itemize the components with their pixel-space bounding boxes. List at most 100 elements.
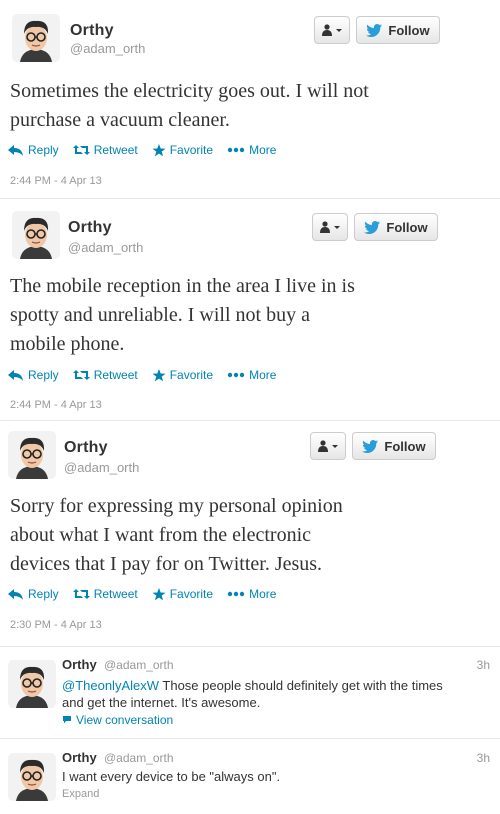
divider: [0, 420, 500, 421]
reply-label: Reply: [28, 587, 59, 601]
reply-text: @TheonlyAlexW Those people should defini…: [62, 677, 482, 711]
follow-button[interactable]: Follow: [356, 16, 440, 44]
tweet-timestamp[interactable]: 2:44 PM - 4 Apr 13: [10, 399, 102, 411]
avatar[interactable]: [8, 753, 56, 801]
avatar[interactable]: [12, 14, 60, 62]
favorite-action[interactable]: Favorite: [152, 587, 213, 601]
avatar[interactable]: [8, 660, 56, 708]
view-conversation-link[interactable]: View conversation: [62, 713, 173, 727]
user-handle[interactable]: @adam_orth: [70, 41, 145, 56]
user-name[interactable]: Orthy: [70, 22, 114, 40]
tweet-text-line: The mobile reception in the area I live …: [10, 275, 355, 297]
star-icon: [152, 143, 166, 156]
tweet-timestamp[interactable]: 2:44 PM - 4 Apr 13: [10, 175, 102, 187]
tweet-text-line: Sorry for expressing my personal opinion: [10, 495, 343, 517]
user-name[interactable]: Orthy: [62, 750, 97, 765]
follow-button[interactable]: Follow: [352, 432, 436, 460]
reply-time[interactable]: 3h: [477, 751, 490, 765]
user-handle[interactable]: @adam_orth: [64, 460, 139, 475]
divider: [0, 646, 500, 647]
reply-icon: [8, 144, 23, 156]
retweet-icon: [72, 145, 90, 155]
mention-link[interactable]: @TheonlyAlexW: [62, 678, 159, 693]
more-label: More: [249, 368, 277, 382]
retweet-label: Retweet: [93, 368, 138, 382]
reply-text-line: and get the internet. It's awesome.: [62, 695, 261, 710]
avatar-portrait-icon: [12, 14, 60, 62]
more-action[interactable]: More: [227, 368, 276, 382]
follow-button[interactable]: Follow: [354, 213, 438, 241]
user-name[interactable]: Orthy: [64, 439, 108, 457]
user-handle[interactable]: @adam_orth: [104, 658, 174, 672]
reply-action[interactable]: Reply: [8, 587, 59, 601]
retweet-action[interactable]: Retweet: [72, 368, 138, 382]
avatar-portrait-icon: [12, 211, 60, 259]
reply-label: Reply: [28, 368, 59, 382]
more-action[interactable]: More: [227, 143, 276, 157]
favorite-action[interactable]: Favorite: [152, 143, 213, 157]
reply-icon: [8, 369, 23, 381]
retweet-icon: [72, 370, 90, 380]
user-dropdown-icon: [320, 221, 340, 233]
tweet-text-line: Sometimes the electricity goes out. I wi…: [10, 80, 369, 102]
tweet-text: Sorry for expressing my personal opinion…: [10, 492, 490, 579]
follow-label: Follow: [384, 438, 426, 454]
divider: [0, 738, 500, 739]
tweet-text-line: spotty and unreliable. I will not buy a: [10, 304, 310, 326]
retweet-label: Retweet: [93, 143, 138, 157]
user-actions-button[interactable]: [310, 432, 346, 460]
user-handle[interactable]: @adam_orth: [104, 751, 174, 765]
follow-label: Follow: [388, 22, 430, 38]
user-name[interactable]: Orthy: [62, 657, 97, 672]
user-name[interactable]: Orthy: [68, 219, 112, 237]
retweet-action[interactable]: Retweet: [72, 587, 138, 601]
user-actions-button[interactable]: [312, 213, 348, 241]
more-dots-icon: [227, 591, 245, 597]
more-action[interactable]: More: [227, 587, 276, 601]
star-icon: [152, 587, 166, 600]
reply-action[interactable]: Reply: [8, 143, 59, 157]
tweet-actions: Reply Retweet Favorite More: [8, 367, 290, 383]
avatar[interactable]: [8, 431, 56, 479]
divider: [0, 198, 500, 199]
retweet-label: Retweet: [93, 587, 138, 601]
tweet-text-line: purchase a vacuum cleaner.: [10, 109, 230, 131]
user-dropdown-icon: [318, 440, 338, 452]
avatar-portrait-icon: [8, 660, 56, 708]
follow-label: Follow: [386, 219, 428, 235]
tweet-timestamp[interactable]: 2:30 PM - 4 Apr 13: [10, 619, 102, 631]
tweet-text-line: about what I want from the electronic: [10, 524, 311, 546]
tweet-actions: Reply Retweet Favorite More: [8, 142, 290, 158]
avatar-portrait-icon: [8, 431, 56, 479]
expand-link[interactable]: Expand: [62, 788, 99, 800]
reply-text-line: I want every device to be "always on".: [62, 769, 281, 784]
star-icon: [152, 368, 166, 381]
reply-label: Reply: [28, 143, 59, 157]
retweet-icon: [72, 589, 90, 599]
avatar[interactable]: [12, 211, 60, 259]
tweet-1: Orthy @adam_orth Follow Sometimes the el…: [0, 0, 500, 200]
conversation-bubble-icon: [63, 716, 71, 724]
reply-text: I want every device to be "always on".: [62, 768, 482, 785]
tweet-text: Sometimes the electricity goes out. I wi…: [10, 77, 490, 135]
reply-text-line: Those people should definitely get with …: [159, 678, 443, 693]
retweet-action[interactable]: Retweet: [72, 143, 138, 157]
twitter-bird-icon: [362, 439, 379, 453]
view-conversation-label: View conversation: [76, 713, 174, 727]
more-dots-icon: [227, 372, 245, 378]
more-dots-icon: [227, 147, 245, 153]
more-label: More: [249, 587, 277, 601]
reply-time[interactable]: 3h: [477, 658, 490, 672]
favorite-label: Favorite: [169, 143, 214, 157]
twitter-bird-icon: [364, 220, 381, 234]
tweet-text-line: devices that I pay for on Twitter. Jesus…: [10, 553, 323, 575]
favorite-action[interactable]: Favorite: [152, 368, 213, 382]
tweet-text-line: mobile phone.: [10, 333, 125, 355]
reply-action[interactable]: Reply: [8, 368, 59, 382]
user-actions-button[interactable]: [314, 16, 350, 44]
user-dropdown-icon: [322, 24, 342, 36]
reply-icon: [8, 588, 23, 600]
favorite-label: Favorite: [169, 368, 214, 382]
more-label: More: [249, 143, 277, 157]
user-handle[interactable]: @adam_orth: [68, 240, 143, 255]
